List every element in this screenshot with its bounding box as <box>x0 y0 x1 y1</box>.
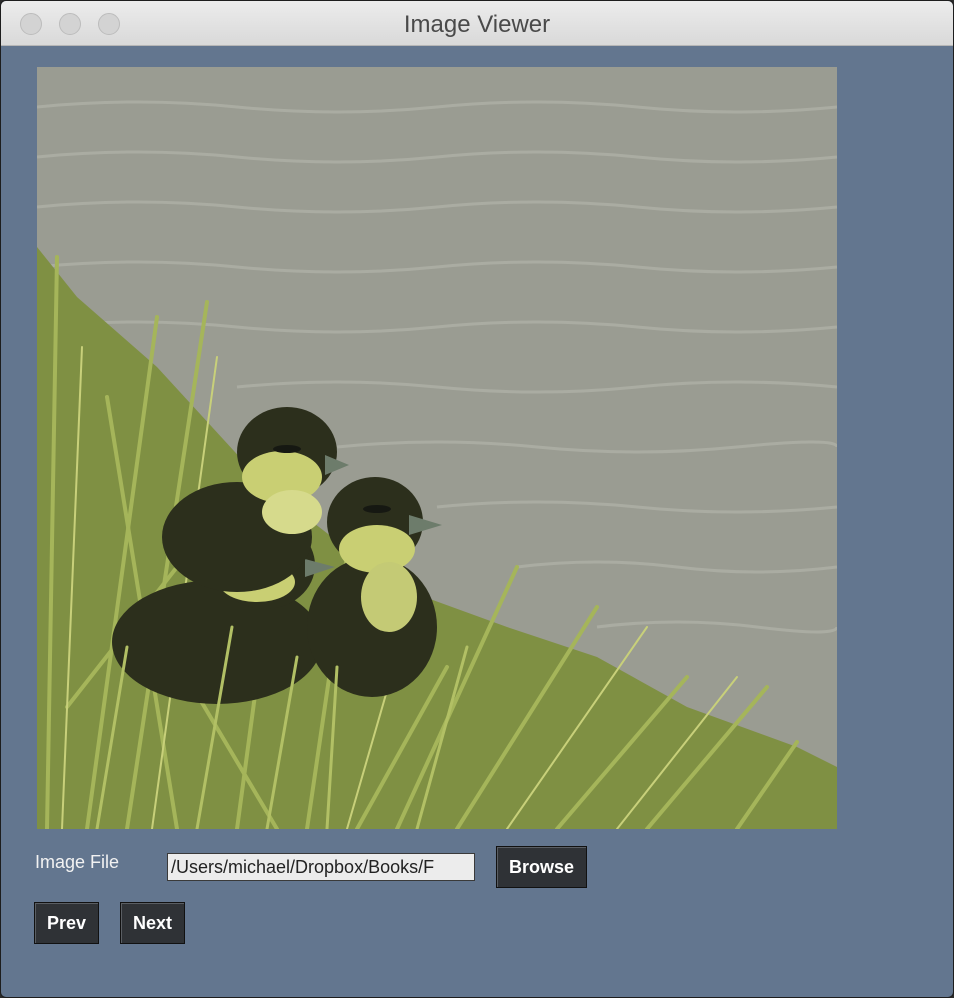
image-file-label: Image File <box>35 852 120 872</box>
image-path-input[interactable]: /Users/michael/Dropbox/Books/F <box>167 853 475 881</box>
window-title: Image Viewer <box>403 11 551 38</box>
image-display <box>37 67 837 829</box>
app-window: Image Viewer Image File /Users/michael/D… <box>0 0 954 998</box>
next-button[interactable]: Next <box>120 902 185 944</box>
title-bar[interactable]: Image Viewer <box>1 1 953 46</box>
ducklings-photo <box>37 67 837 829</box>
prev-button[interactable]: Prev <box>34 902 99 944</box>
browse-button[interactable]: Browse <box>496 846 587 888</box>
